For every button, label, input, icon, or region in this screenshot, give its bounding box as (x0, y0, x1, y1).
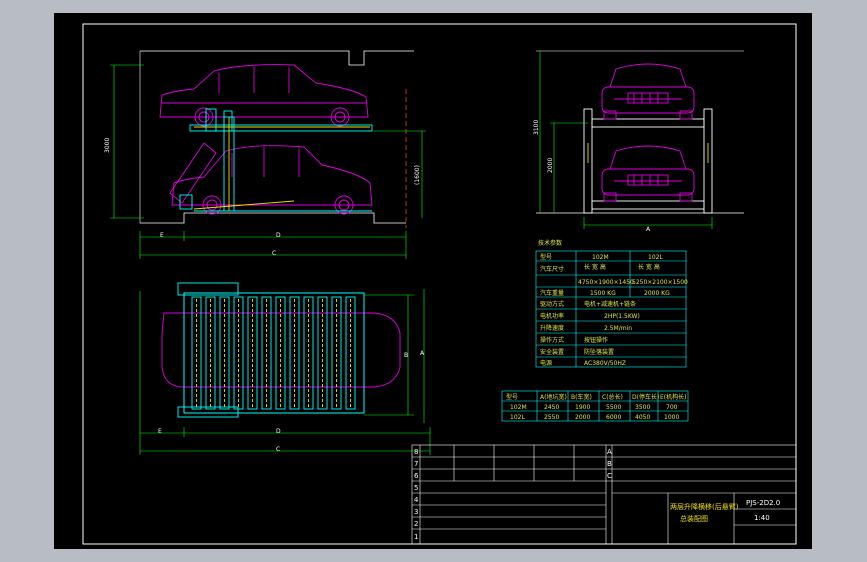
dim-top-D: D (276, 428, 281, 435)
platform-slat (261, 296, 272, 410)
title-row-number: 8 (414, 448, 418, 456)
dim-top-B: B (404, 352, 408, 359)
spec-model-col1: 102M (592, 254, 609, 261)
front-elevation-view: 3100 2000 A (533, 50, 744, 233)
drawing-scale: 1:40 (754, 514, 770, 522)
platform-slat (247, 296, 258, 410)
platform-slats (191, 296, 356, 410)
platform-slat (205, 296, 216, 410)
title-row-number: 4 (414, 496, 419, 504)
title-col-letter: C (607, 472, 612, 480)
assembly-drawing: 3000 (1600) E D C 3100 2000 A B A E D C … (82, 23, 797, 545)
dim-table-cell: 2550 (544, 414, 559, 421)
cad-drawing-canvas: 3000 (1600) E D C 3100 2000 A B A E D C … (54, 13, 812, 549)
spec-row-v: 电机+减速机+链条 (584, 300, 636, 308)
platform-slat (331, 296, 342, 410)
title-row-number: 6 (414, 472, 419, 480)
upper-platform (189, 108, 373, 132)
dim-side-C: C (272, 250, 276, 257)
dim-table-header: B(车宽) (571, 393, 592, 401)
drawing-title-line1: 两层升降横移(后悬臂) (670, 502, 739, 511)
platform-slat (289, 296, 300, 410)
dim-table-cell: 1000 (664, 414, 679, 421)
spec-row-label: 电机功率 (540, 312, 564, 320)
dim-front-lower: 2000 (547, 158, 554, 173)
spec-row-v1: 4750×1900×1450 (578, 279, 634, 286)
spec-row-sub2: 长 宽 高 (638, 263, 660, 271)
spec-row-sub1: 长 宽 高 (584, 263, 606, 271)
platform-slat (317, 296, 328, 410)
spec-table: 技术参数 型号 102M 102L 汽车尺寸 长 宽 高 长 宽 高 4750×… (535, 239, 688, 368)
spec-row-v: AC380V/50HZ (584, 360, 626, 367)
side-elevation-view: 3000 (1600) E D C (104, 50, 426, 259)
lower-car (171, 145, 373, 215)
spec-row-label: 汽车重量 (540, 289, 564, 297)
spec-table-title: 技术参数 (538, 239, 562, 247)
top-plan-view: B A E D C (139, 282, 431, 455)
dim-top-E: E (158, 428, 162, 435)
title-col-letter: B (607, 460, 612, 468)
dim-table-cell: 102L (510, 414, 525, 421)
spec-row-label: 驱动方式 (540, 300, 564, 308)
upper-car-front (601, 63, 695, 120)
drawing-title-line2: 总装配图 (680, 514, 708, 523)
spec-row-label: 电源 (540, 359, 552, 367)
title-row-number: 5 (414, 484, 418, 492)
platform-slat (219, 296, 230, 410)
dim-table-cell: 5500 (606, 404, 621, 411)
platform-slat (345, 296, 356, 410)
dim-table-cell: 2450 (544, 404, 559, 411)
dim-table-cell: 3500 (635, 404, 650, 411)
title-row-number: 3 (414, 508, 418, 516)
dimension-table: 型号 A(地坑宽) B(车宽) C(总长) D(停车长) E(机构长) 102M… (501, 390, 689, 422)
spec-row-v2: 5250×2100×1500 (632, 279, 688, 286)
platform-slat (191, 296, 202, 410)
dim-table-cell: 1900 (575, 404, 590, 411)
spec-row-v: 2HP(1.5KW) (604, 313, 640, 320)
title-row-number: 1 (414, 533, 418, 541)
dim-table-header: D(停车长) (632, 393, 659, 401)
lower-car-front (601, 145, 695, 202)
dim-side-total: 3000 (104, 138, 111, 153)
front-dimensions (539, 51, 713, 229)
spec-row-label: 安全装置 (540, 348, 564, 356)
title-row-number: 7 (414, 460, 418, 468)
spec-row-v: 防坠落装置 (584, 348, 614, 356)
upper-car (159, 64, 369, 127)
spec-row-v: 按钮操作 (584, 336, 608, 344)
dim-table-header: C(总长) (602, 393, 623, 401)
side-dimensions (110, 64, 426, 259)
dim-table-cell: 4050 (635, 414, 650, 421)
dim-table-header: A(地坑宽) (540, 393, 567, 401)
drawing-number: PJS-2D2.0 (746, 499, 780, 507)
dim-table-header: E(机构长) (660, 393, 686, 401)
platform-slat (303, 296, 314, 410)
dim-table-cell: 700 (666, 404, 678, 411)
dim-table-cell: 102M (510, 404, 527, 411)
title-col-letter: A (607, 448, 612, 456)
spec-row-v: 2.5M/min (604, 325, 632, 332)
dim-table-cell: 2000 (575, 414, 590, 421)
dim-table-cell: 6000 (606, 414, 621, 421)
dim-top-C: C (276, 446, 280, 453)
platform-slat (233, 296, 244, 410)
title-block: 8 7 6 5 4 3 2 1 A B C PJS-2D2.0 两层升降横移(后… (411, 444, 797, 545)
spec-row-label: 汽车尺寸 (540, 265, 564, 273)
platform-slat (275, 296, 286, 410)
drawing-border (82, 23, 797, 545)
spec-model-col2: 102L (648, 254, 663, 261)
dim-side-E: E (160, 232, 164, 239)
spec-row-label: 升降速度 (540, 324, 564, 332)
top-platform-frame (183, 292, 365, 414)
spec-row-label: 操作方式 (540, 336, 564, 344)
spec-model-label: 型号 (540, 253, 552, 261)
dim-side-lower: (1600) (414, 165, 421, 185)
dim-front-A: A (646, 226, 651, 233)
dim-front-total: 3100 (533, 120, 540, 135)
dim-side-D: D (276, 232, 281, 239)
spec-row-v1: 1500 KG (590, 290, 616, 297)
dim-table-header: 型号 (506, 393, 518, 401)
spec-row-v2: 2000 KG (644, 290, 670, 297)
title-row-number: 2 (414, 520, 418, 528)
